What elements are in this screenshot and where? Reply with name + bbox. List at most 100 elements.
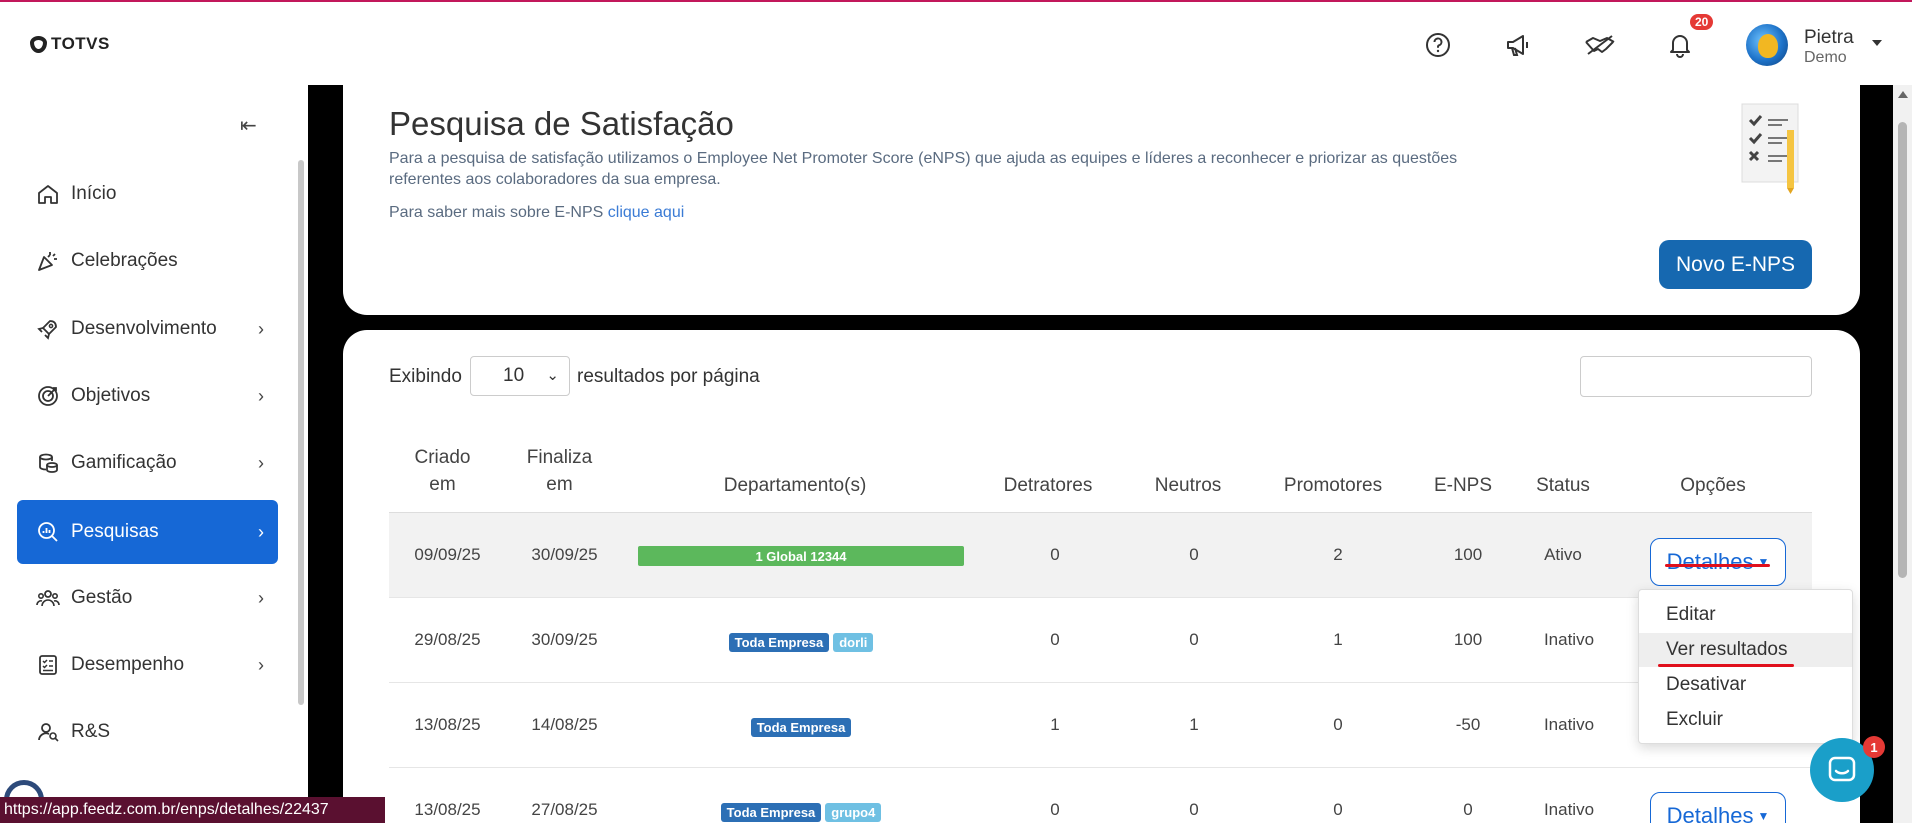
department-tag: 1 Global 12344 xyxy=(638,546,964,566)
page-size-select[interactable]: 10 ⌄ xyxy=(470,356,570,396)
sidebar-item-label: Pesquisas xyxy=(71,521,159,542)
sidebar-item-label: Objetivos xyxy=(71,385,151,406)
cell-enps: 0 xyxy=(1463,800,1473,819)
col-header-enps[interactable]: E-NPS xyxy=(1413,472,1513,499)
avatar[interactable] xyxy=(1746,24,1788,66)
chevron-right-icon: › xyxy=(258,655,264,675)
sidebar-item-objetivos[interactable]: Objetivos › xyxy=(17,364,278,428)
col-header-detractors[interactable]: Detratores xyxy=(988,472,1108,499)
sidebar-item-label: Gestão xyxy=(71,587,133,608)
details-label: Detalhes xyxy=(1666,549,1754,574)
sidebar-item-pesquisas[interactable]: Pesquisas › xyxy=(17,500,278,564)
help-icon[interactable] xyxy=(1421,28,1455,62)
cell-status: Ativo xyxy=(1544,545,1582,564)
menu-item-ver-resultados[interactable]: Ver resultados xyxy=(1639,633,1852,667)
bell-icon[interactable] xyxy=(1663,28,1697,62)
sidebar-item-label: Celebrações xyxy=(71,250,178,271)
sidebar-item-label: Início xyxy=(71,183,117,204)
col-header-promoters[interactable]: Promotores xyxy=(1273,472,1393,499)
department-tag: grupo4 xyxy=(825,803,882,822)
department-tag: Toda Empresa xyxy=(728,633,830,652)
menu-item-excluir[interactable]: Excluir xyxy=(1639,703,1852,737)
chevron-right-icon: › xyxy=(258,588,264,608)
show-label: Exibindo xyxy=(389,366,462,387)
chart-search-icon xyxy=(35,519,61,545)
user-role: Demo xyxy=(1804,49,1847,66)
col-header-status[interactable]: Status xyxy=(1513,472,1613,499)
party-popper-icon xyxy=(35,248,61,274)
cell-promoters: 2 xyxy=(1333,545,1343,564)
chevron-right-icon: › xyxy=(258,386,264,406)
megaphone-icon[interactable] xyxy=(1501,28,1535,62)
sidebar-item-label: Gamificação xyxy=(71,452,177,473)
sidebar-item-rs[interactable]: R&S xyxy=(17,700,278,764)
sidebar-item-inicio[interactable]: Início xyxy=(17,162,278,226)
handshake-icon[interactable] xyxy=(1583,28,1617,62)
sidebar-scrollbar[interactable] xyxy=(298,160,304,705)
per-page-label: resultados por página xyxy=(577,366,760,387)
chevron-right-icon: › xyxy=(258,453,264,473)
cell-enps: -50 xyxy=(1455,715,1481,734)
cell-enps: 100 xyxy=(1453,545,1483,564)
cell-created: 09/09/25 xyxy=(414,545,481,564)
scrollbar-thumb[interactable] xyxy=(1898,122,1907,578)
logo-text: TOTVS xyxy=(51,34,110,53)
sidebar-item-gestao[interactable]: Gestão › xyxy=(17,566,278,630)
col-header-created[interactable]: Criado em xyxy=(400,444,485,498)
cell-created: 13/08/25 xyxy=(414,800,481,819)
scroll-up-arrow-icon[interactable] xyxy=(1898,91,1908,98)
page-description: Para a pesquisa de satisfação utilizamos… xyxy=(389,150,1458,188)
details-dropdown-button[interactable]: Detalhes ▼ xyxy=(1650,538,1786,586)
learn-more-prefix: Para saber mais sobre E-NPS xyxy=(389,204,604,221)
learn-more-text: Para saber mais sobre E-NPS clique aqui xyxy=(389,204,684,222)
cell-neutrals: 1 xyxy=(1189,715,1199,734)
cell-promoters: 0 xyxy=(1333,800,1343,819)
details-label: Detalhes xyxy=(1666,803,1754,823)
sidebar-item-desenvolvimento[interactable]: Desenvolvimento › xyxy=(17,297,278,361)
cell-created: 13/08/25 xyxy=(414,715,481,734)
person-search-icon xyxy=(35,719,61,745)
sidebar-item-label: Desenvolvimento xyxy=(71,318,217,339)
details-dropdown-button[interactable]: Detalhes ▼ xyxy=(1650,792,1786,823)
learn-more-link[interactable]: clique aqui xyxy=(608,204,685,221)
home-icon xyxy=(35,181,61,207)
col-header-options: Opções xyxy=(1680,475,1746,496)
new-enps-button[interactable]: Novo E-NPS xyxy=(1659,240,1812,289)
cell-created: 29/08/25 xyxy=(414,630,481,649)
user-menu-caret-icon[interactable] xyxy=(1872,40,1882,46)
col-header-ends[interactable]: Finaliza em xyxy=(517,444,602,498)
notification-badge: 20 xyxy=(1690,14,1714,30)
search-input[interactable] xyxy=(1580,356,1812,397)
col-header-departments[interactable]: Departamento(s) xyxy=(680,472,910,499)
sidebar-item-celebracoes[interactable]: Celebrações xyxy=(17,229,278,293)
sidebar-item-desempenho[interactable]: Desempenho › xyxy=(17,633,278,697)
page-scrollbar[interactable] xyxy=(1893,85,1912,823)
sidebar-item-gamificacao[interactable]: Gamificação › xyxy=(17,431,278,495)
department-tag: Toda Empresa xyxy=(720,803,822,822)
top-header: TOTVS 20 Pietra Demo xyxy=(0,2,1912,85)
coins-icon xyxy=(35,450,61,476)
cell-promoters: 0 xyxy=(1333,715,1343,734)
cell-neutrals: 0 xyxy=(1189,630,1199,649)
rocket-icon xyxy=(35,316,61,342)
cell-ends: 14/08/25 xyxy=(531,715,598,734)
cell-promoters: 1 xyxy=(1333,630,1343,649)
menu-item-desativar[interactable]: Desativar xyxy=(1639,668,1852,702)
page-title: Pesquisa de Satisfação xyxy=(389,105,734,142)
col-header-neutrals[interactable]: Neutros xyxy=(1138,472,1238,499)
cell-status: Inativo xyxy=(1543,800,1595,819)
menu-item-editar[interactable]: Editar xyxy=(1639,598,1852,632)
chat-badge: 1 xyxy=(1863,736,1885,758)
user-name[interactable]: Pietra xyxy=(1804,27,1854,49)
checklist-icon xyxy=(35,652,61,678)
annotation-underline xyxy=(1658,664,1794,667)
sidebar-item-label: Desempenho xyxy=(71,654,185,675)
collapse-sidebar-icon[interactable]: ⇤ xyxy=(240,113,257,138)
caret-down-icon: ▼ xyxy=(1757,809,1770,823)
logo-mark-icon xyxy=(30,35,47,53)
cell-detractors: 0 xyxy=(1050,630,1060,649)
people-icon xyxy=(35,585,61,611)
annotation-underline xyxy=(1665,564,1770,567)
department-tag: dorli xyxy=(833,633,874,652)
totvs-logo[interactable]: TOTVS xyxy=(30,34,110,54)
